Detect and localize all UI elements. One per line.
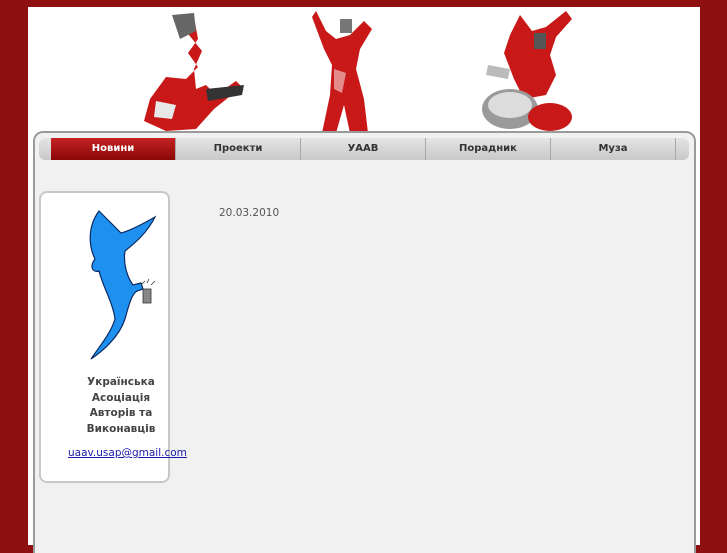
muse-logo-icon <box>89 210 157 360</box>
email-link[interactable]: uaav.usap@gmail.com <box>68 447 187 459</box>
nav-item-muza[interactable]: Муза <box>551 138 676 160</box>
org-name-line: Виконавців <box>86 422 156 435</box>
page-container: Новини Проекти УААВ Порадник Муза Україн… <box>28 7 700 553</box>
header-banner <box>28 7 700 133</box>
main-frame: Новини Проекти УААВ Порадник Муза Україн… <box>33 131 696 553</box>
sidebar-panel: Українська Асоціація Авторів та Виконавц… <box>39 191 187 483</box>
org-name-line: Українська <box>87 376 155 388</box>
singer-figure <box>312 11 372 133</box>
nav-item-proekty[interactable]: Проекти <box>176 138 301 160</box>
nav-item-novyny[interactable]: Новини <box>51 138 176 160</box>
nav-item-poradnyk[interactable]: Порадник <box>426 138 551 160</box>
org-name-line: Асоціація <box>91 391 151 404</box>
org-name: Українська Асоціація Авторів та Виконавц… <box>51 375 191 437</box>
news-date: 20.03.2010 <box>219 207 280 219</box>
drummer-figure <box>482 11 572 131</box>
guitarist-figure <box>144 13 244 131</box>
sidebar-content: Українська Асоціація Авторів та Виконавц… <box>41 207 187 463</box>
main-navigation: Новини Проекти УААВ Порадник Муза <box>39 138 689 160</box>
nav-item-uaav[interactable]: УААВ <box>301 138 426 160</box>
org-name-line: Авторів та <box>89 407 153 419</box>
